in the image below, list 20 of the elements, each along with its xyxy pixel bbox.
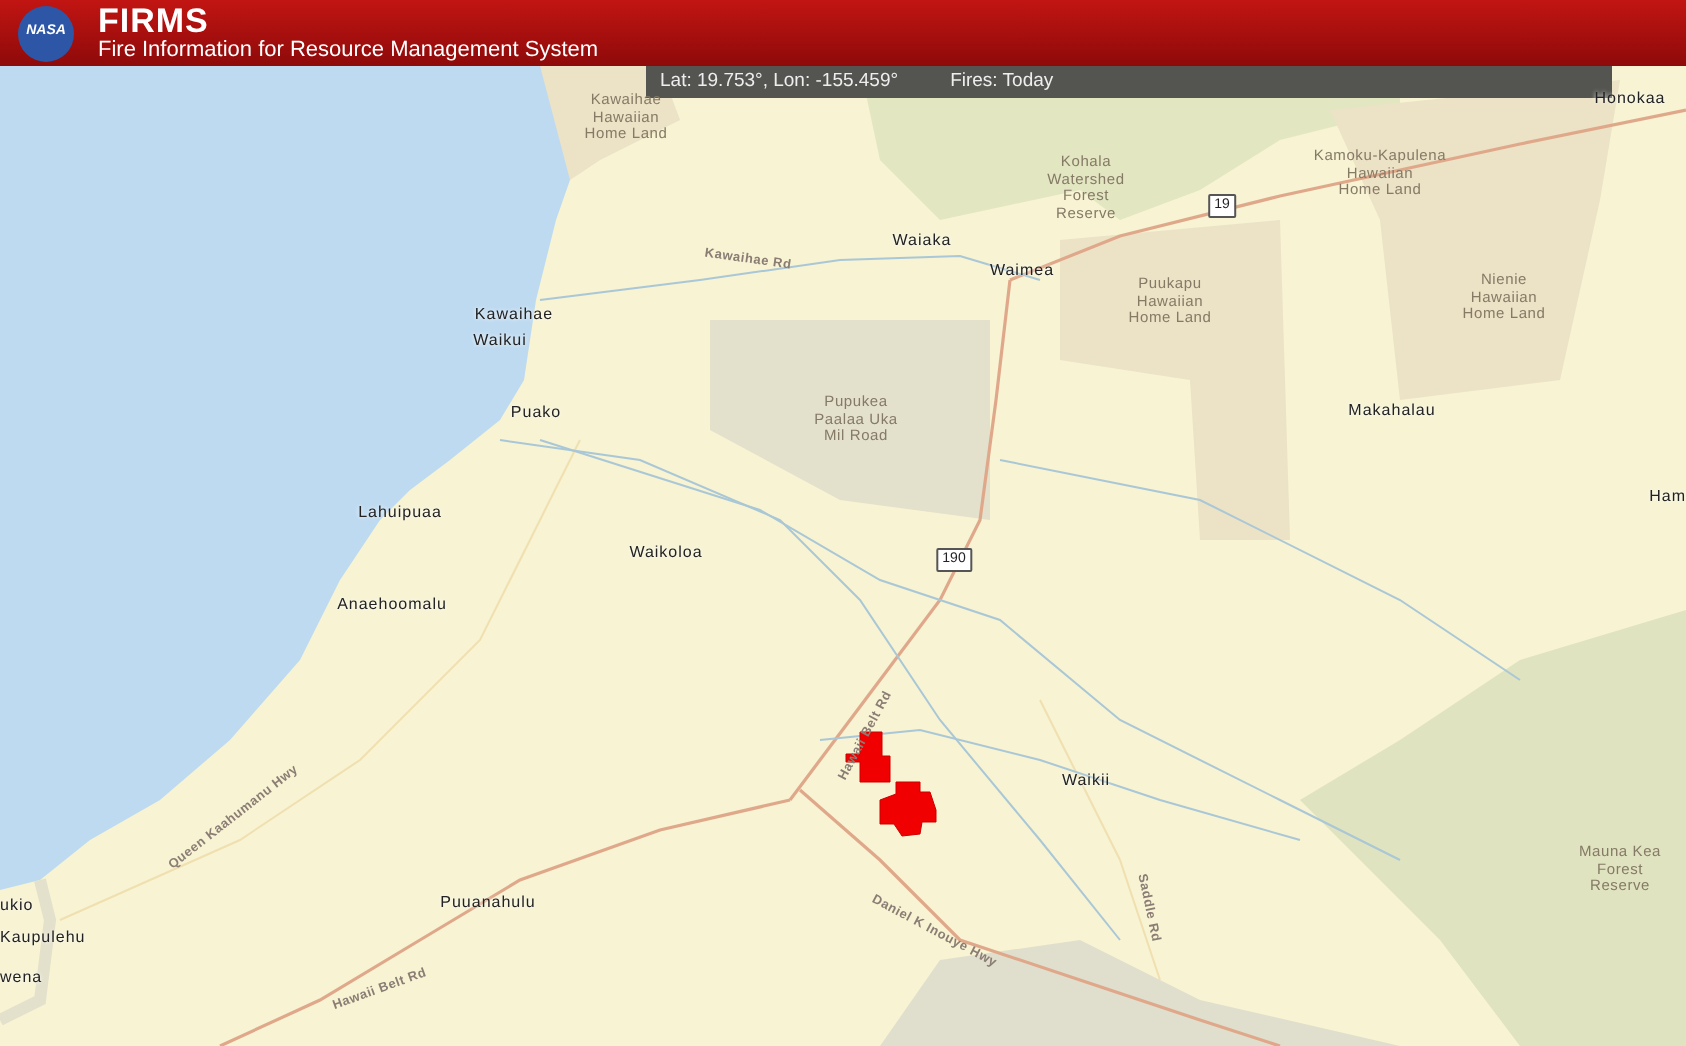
place-label: Waikii bbox=[1061, 770, 1111, 790]
place-label: wena bbox=[0, 968, 43, 987]
place-label: Waimea bbox=[989, 260, 1055, 280]
place-label: Waikoloa bbox=[629, 542, 703, 562]
place-label: Makahalau bbox=[1348, 400, 1436, 420]
place-label: Puako bbox=[510, 402, 562, 422]
place-label: Kawaihae bbox=[474, 304, 554, 324]
place-label: Puuanahulu bbox=[440, 892, 536, 912]
place-label: Honokaa bbox=[1594, 88, 1666, 108]
app-subtitle: Fire Information for Resource Management System bbox=[98, 37, 599, 61]
place-label: Kaupulehu bbox=[0, 928, 86, 947]
place-label: ukio bbox=[0, 896, 34, 915]
place-label: Ham bbox=[1649, 486, 1686, 506]
coordinates-text: Lat: 19.753°, Lon: -155.459° bbox=[660, 67, 899, 96]
place-label: Waikui bbox=[473, 330, 527, 350]
fires-filter-text: Fires: Today bbox=[950, 67, 1054, 96]
app-title: FIRMS bbox=[98, 5, 211, 37]
place-label: Waiaka bbox=[892, 230, 952, 250]
place-label: Lahuipuaa bbox=[358, 502, 442, 522]
place-label: Anaehoomalu bbox=[337, 594, 447, 614]
